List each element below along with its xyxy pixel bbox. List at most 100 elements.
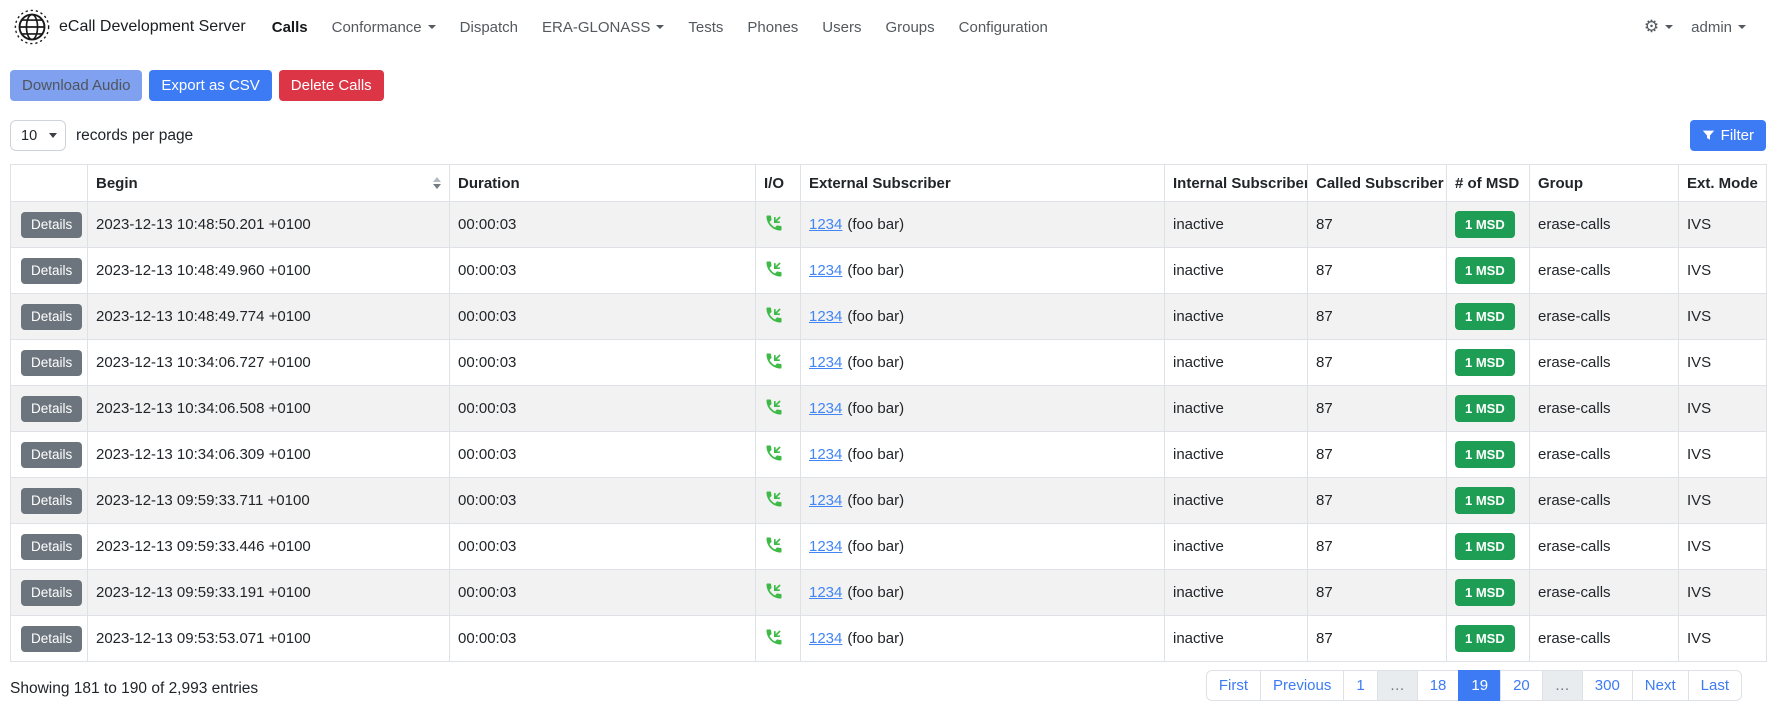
logo-globe-icon xyxy=(14,9,50,45)
header-row: Begin Duration I/O External Subscriber I… xyxy=(11,165,1767,202)
page-ellipsis: … xyxy=(1542,670,1583,701)
called-subscriber-cell: 87 xyxy=(1308,340,1447,386)
ext-mode-cell: IVS xyxy=(1679,202,1767,248)
external-subscriber-name: (foo bar) xyxy=(847,584,904,601)
download-audio-button[interactable]: Download Audio xyxy=(10,70,142,101)
records-per-page-label: records per page xyxy=(76,127,193,145)
table-row: Details 2023-12-13 09:59:33.711 +0100 00… xyxy=(11,478,1767,524)
ext-mode-cell: IVS xyxy=(1679,524,1767,570)
settings-dropdown[interactable]: ⚙ xyxy=(1644,17,1673,37)
details-button[interactable]: Details xyxy=(21,580,82,606)
nav-item-era-glonass[interactable]: ERA-GLONASS xyxy=(530,11,676,44)
begin-cell: 2023-12-13 09:53:53.071 +0100 xyxy=(88,616,450,662)
external-subscriber-name: (foo bar) xyxy=(847,308,904,325)
details-button[interactable]: Details xyxy=(21,396,82,422)
incoming-call-icon xyxy=(764,259,784,279)
external-subscriber-link[interactable]: 1234 xyxy=(809,446,842,463)
table-row: Details 2023-12-13 10:34:06.309 +0100 00… xyxy=(11,432,1767,478)
nav-item-tests[interactable]: Tests xyxy=(676,11,735,44)
internal-subscriber-cell: inactive xyxy=(1165,294,1308,340)
page-size-select[interactable]: 10 xyxy=(10,120,66,151)
external-subscriber-name: (foo bar) xyxy=(847,400,904,417)
external-subscriber-link[interactable]: 1234 xyxy=(809,216,842,233)
details-button[interactable]: Details xyxy=(21,212,82,238)
col-duration[interactable]: Duration xyxy=(450,165,756,202)
msd-badge: 1 MSD xyxy=(1455,625,1515,652)
external-subscriber-link[interactable]: 1234 xyxy=(809,400,842,417)
group-cell: erase-calls xyxy=(1530,478,1679,524)
col-ext-mode[interactable]: Ext. Mode xyxy=(1679,165,1767,202)
internal-subscriber-cell: inactive xyxy=(1165,340,1308,386)
table-row: Details 2023-12-13 10:48:49.960 +0100 00… xyxy=(11,248,1767,294)
col-external-subscriber[interactable]: External Subscriber xyxy=(801,165,1165,202)
ext-mode-cell: IVS xyxy=(1679,248,1767,294)
external-subscriber-link[interactable]: 1234 xyxy=(809,354,842,371)
col-called-subscriber[interactable]: Called Subscriber xyxy=(1308,165,1447,202)
begin-cell: 2023-12-13 10:48:49.960 +0100 xyxy=(88,248,450,294)
page-1[interactable]: 1 xyxy=(1343,670,1377,701)
filter-button[interactable]: Filter xyxy=(1690,120,1766,151)
incoming-call-icon xyxy=(764,627,784,647)
user-dropdown[interactable]: admin xyxy=(1691,19,1746,36)
table-row: Details 2023-12-13 10:34:06.508 +0100 00… xyxy=(11,386,1767,432)
duration-cell: 00:00:03 xyxy=(450,524,756,570)
page-first[interactable]: First xyxy=(1206,670,1261,701)
msd-badge: 1 MSD xyxy=(1455,533,1515,560)
nav-item-users[interactable]: Users xyxy=(810,11,873,44)
group-cell: erase-calls xyxy=(1530,616,1679,662)
nav-item-dispatch[interactable]: Dispatch xyxy=(448,11,530,44)
nav-item-configuration[interactable]: Configuration xyxy=(947,11,1060,44)
ext-mode-cell: IVS xyxy=(1679,340,1767,386)
duration-cell: 00:00:03 xyxy=(450,202,756,248)
details-button[interactable]: Details xyxy=(21,350,82,376)
col-msd[interactable]: # of MSD xyxy=(1447,165,1530,202)
calls-table: Begin Duration I/O External Subscriber I… xyxy=(10,164,1767,662)
page-19-active[interactable]: 19 xyxy=(1458,670,1501,701)
nav-item-conformance[interactable]: Conformance xyxy=(320,11,448,44)
group-cell: erase-calls xyxy=(1530,524,1679,570)
nav-item-phones[interactable]: Phones xyxy=(735,11,810,44)
table-controls: 10 records per page Filter xyxy=(10,120,1766,151)
page-20[interactable]: 20 xyxy=(1500,670,1543,701)
external-subscriber-link[interactable]: 1234 xyxy=(809,630,842,647)
page-next[interactable]: Next xyxy=(1632,670,1689,701)
export-csv-button[interactable]: Export as CSV xyxy=(149,70,271,101)
col-group[interactable]: Group xyxy=(1530,165,1679,202)
col-io[interactable]: I/O xyxy=(756,165,801,202)
begin-cell: 2023-12-13 10:34:06.309 +0100 xyxy=(88,432,450,478)
pagination: First Previous 1 … 18 19 20 … 300 Next L… xyxy=(1206,670,1742,701)
table-row: Details 2023-12-13 09:59:33.191 +0100 00… xyxy=(11,570,1767,616)
details-button[interactable]: Details xyxy=(21,258,82,284)
details-button[interactable]: Details xyxy=(21,304,82,330)
details-button[interactable]: Details xyxy=(21,488,82,514)
page-last[interactable]: Last xyxy=(1688,670,1742,701)
external-subscriber-link[interactable]: 1234 xyxy=(809,308,842,325)
table-row: Details 2023-12-13 10:48:50.201 +0100 00… xyxy=(11,202,1767,248)
external-subscriber-link[interactable]: 1234 xyxy=(809,492,842,509)
nav-item-groups[interactable]: Groups xyxy=(873,11,946,44)
page-previous[interactable]: Previous xyxy=(1260,670,1344,701)
external-subscriber-name: (foo bar) xyxy=(847,216,904,233)
col-begin[interactable]: Begin xyxy=(88,165,450,202)
chevron-down-icon xyxy=(656,25,664,29)
page-size-select-wrap: 10 xyxy=(10,120,66,151)
group-cell: erase-calls xyxy=(1530,294,1679,340)
external-subscriber-link[interactable]: 1234 xyxy=(809,262,842,279)
col-details xyxy=(11,165,88,202)
nav-item-calls[interactable]: Calls xyxy=(260,11,320,44)
details-button[interactable]: Details xyxy=(21,442,82,468)
details-button[interactable]: Details xyxy=(21,534,82,560)
internal-subscriber-cell: inactive xyxy=(1165,616,1308,662)
external-subscriber-link[interactable]: 1234 xyxy=(809,584,842,601)
delete-calls-button[interactable]: Delete Calls xyxy=(279,70,384,101)
col-internal-subscriber[interactable]: Internal Subscriber xyxy=(1165,165,1308,202)
called-subscriber-cell: 87 xyxy=(1308,432,1447,478)
external-subscriber-link[interactable]: 1234 xyxy=(809,538,842,555)
details-button[interactable]: Details xyxy=(21,626,82,652)
page-18[interactable]: 18 xyxy=(1417,670,1460,701)
ext-mode-cell: IVS xyxy=(1679,294,1767,340)
external-subscriber-name: (foo bar) xyxy=(847,446,904,463)
group-cell: erase-calls xyxy=(1530,570,1679,616)
page-300[interactable]: 300 xyxy=(1582,670,1633,701)
begin-cell: 2023-12-13 10:34:06.727 +0100 xyxy=(88,340,450,386)
